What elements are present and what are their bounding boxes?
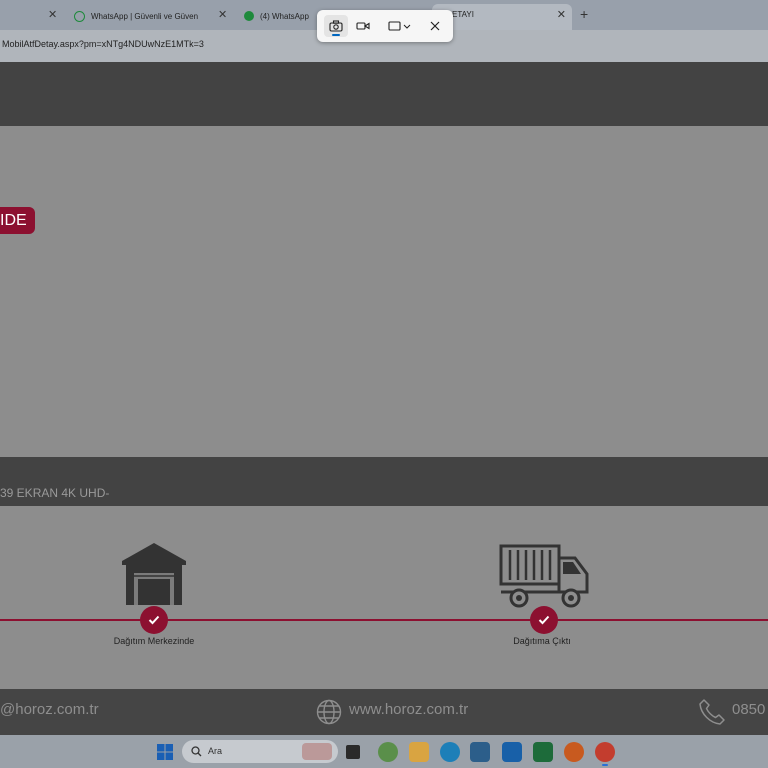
whatsapp-badge-icon bbox=[244, 11, 254, 21]
tracking-timeline bbox=[0, 506, 768, 689]
edge-icon[interactable] bbox=[440, 742, 460, 762]
tab-whatsapp-notifications[interactable]: (4) WhatsApp bbox=[244, 4, 324, 28]
footer-website[interactable]: www.horoz.com.tr bbox=[349, 701, 468, 718]
tab-close-icon[interactable]: ✕ bbox=[48, 8, 57, 21]
video-icon bbox=[356, 22, 370, 30]
windows-start-icon[interactable] bbox=[155, 742, 175, 762]
active-app-indicator bbox=[602, 764, 608, 766]
search-icon bbox=[191, 746, 202, 757]
step-label: Dağıtım Merkezinde bbox=[113, 636, 195, 646]
taskbar-search[interactable]: Ara bbox=[182, 740, 338, 763]
tab-blank[interactable]: ✕ bbox=[0, 4, 62, 28]
rectangle-mode-icon bbox=[388, 21, 411, 31]
excel-icon[interactable] bbox=[533, 742, 553, 762]
snip-shape-dropdown[interactable] bbox=[385, 15, 415, 37]
url-text: MobilAtfDetay.aspx?pm=xNTg4NDUwNzE1MTk=3 bbox=[2, 39, 204, 49]
page-header bbox=[0, 62, 768, 126]
footer-phone[interactable]: 0850 bbox=[732, 701, 765, 718]
step-label: Dağıtıma Çıktı bbox=[513, 636, 571, 646]
globe-icon bbox=[316, 699, 342, 725]
search-placeholder: Ara bbox=[208, 746, 223, 756]
phone-icon bbox=[699, 699, 725, 725]
product-name: 39 EKRAN 4K UHD- bbox=[0, 486, 110, 500]
new-tab-button[interactable]: + bbox=[580, 6, 588, 22]
search-highlight-image bbox=[302, 743, 332, 760]
tab-close-icon[interactable]: ✕ bbox=[557, 8, 566, 21]
tab-label: (4) WhatsApp bbox=[260, 11, 309, 21]
product-info-band: 39 EKRAN 4K UHD- bbox=[0, 457, 768, 506]
close-snip-button[interactable] bbox=[423, 15, 447, 37]
store-icon[interactable] bbox=[470, 742, 490, 762]
camera-icon bbox=[329, 20, 343, 32]
truck-icon bbox=[499, 544, 589, 608]
chrome-icon[interactable] bbox=[595, 742, 615, 762]
step-complete-check-icon bbox=[140, 606, 168, 634]
status-badge: IDE bbox=[0, 207, 35, 234]
timeline-line bbox=[0, 619, 768, 621]
warehouse-icon bbox=[122, 543, 186, 605]
screen: ✕ WhatsApp | Güvenli ve Güven ✕ (4) What… bbox=[0, 0, 768, 768]
file-explorer-icon[interactable] bbox=[409, 742, 429, 762]
video-mode-button[interactable] bbox=[351, 15, 375, 37]
windows-taskbar: Ara bbox=[0, 735, 768, 768]
contact-footer: @horoz.com.tr www.horoz.com.tr 0850 bbox=[0, 689, 768, 735]
tab-whatsapp[interactable]: WhatsApp | Güvenli ve Güven ✕ bbox=[74, 4, 234, 28]
snipping-toolbar bbox=[317, 10, 453, 42]
footer-email[interactable]: @horoz.com.tr bbox=[0, 701, 99, 718]
step-complete-check-icon bbox=[530, 606, 558, 634]
shipment-detail-area bbox=[0, 126, 768, 457]
tab-label: WhatsApp | Güvenli ve Güven bbox=[91, 11, 199, 21]
close-icon bbox=[430, 21, 440, 31]
whatsapp-icon bbox=[74, 10, 85, 22]
copilot-icon[interactable] bbox=[378, 742, 398, 762]
tab-close-icon[interactable]: ✕ bbox=[218, 8, 227, 21]
firefox-icon[interactable] bbox=[564, 742, 584, 762]
tab-label: ETAYI bbox=[452, 10, 474, 19]
screenshot-mode-button[interactable] bbox=[324, 15, 348, 37]
task-view-icon[interactable] bbox=[346, 745, 360, 759]
tab-active[interactable]: ETAYI ✕ bbox=[432, 4, 572, 30]
outlook-icon[interactable] bbox=[502, 742, 522, 762]
